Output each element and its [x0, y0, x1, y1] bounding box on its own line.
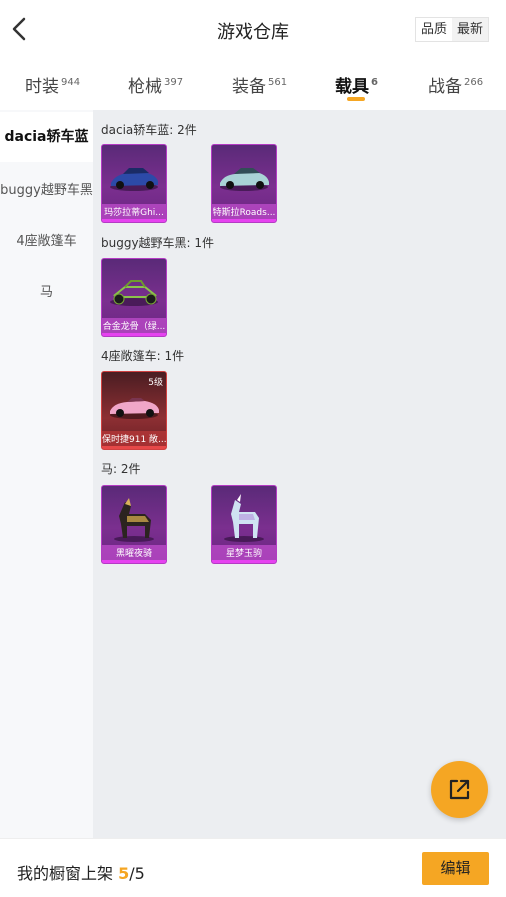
sidebar-item-convertible[interactable]: 4座敞篷车	[0, 230, 93, 249]
tab-count: 944	[61, 77, 81, 88]
sidebar-item-horse[interactable]: 马	[0, 281, 93, 300]
tab-count: 266	[464, 77, 484, 88]
tab-fashion[interactable]: 时装 944	[25, 72, 80, 97]
item-card[interactable]: 星梦玉驹	[211, 485, 277, 564]
showcase-footer: 我的橱窗上架 5/5 编辑	[0, 838, 506, 897]
tab-count: 6	[371, 77, 378, 88]
rarity-bar	[212, 219, 276, 222]
tab-guns[interactable]: 枪械 397	[128, 72, 183, 97]
showcase-status: 我的橱窗上架 5/5	[17, 860, 145, 884]
sort-toggle[interactable]: 品质 最新	[414, 17, 489, 42]
tab-label: 枪械	[128, 77, 162, 97]
share-button[interactable]	[431, 761, 488, 818]
crystal-unicorn-icon	[224, 494, 264, 542]
group-title: 马: 2件	[101, 462, 141, 476]
group-title: buggy越野车黑: 1件	[101, 236, 215, 250]
showcase-label: 我的橱窗上架	[17, 864, 114, 883]
sort-option-quality[interactable]: 品质	[415, 18, 452, 41]
item-list: dacia轿车蓝: 2件 玛莎拉蒂Ghi... 特斯拉Roads... bugg…	[93, 110, 506, 838]
pink-convertible-icon	[110, 398, 159, 419]
sidebar-item-dacia[interactable]: dacia轿车蓝	[0, 112, 93, 162]
black-horse-icon	[114, 498, 154, 542]
tab-label: 装备	[232, 77, 266, 97]
tab-label: 载具	[335, 77, 369, 97]
item-card[interactable]: 黑曜夜骑	[101, 485, 167, 564]
showcase-current-count: 5	[118, 864, 130, 883]
rarity-bar	[102, 333, 166, 336]
showcase-total-count: /5	[129, 864, 145, 883]
category-tabs: 时装 944 枪械 397 装备 561 载具 6 战备 266	[0, 60, 506, 110]
rarity-bar	[102, 219, 166, 222]
group-title: dacia轿车蓝: 2件	[101, 123, 197, 137]
tab-count: 397	[164, 77, 184, 88]
vehicle-type-sidebar: dacia轿车蓝 buggy越野车黑 4座敞篷车 马	[0, 110, 93, 838]
silver-sportscar-icon	[220, 168, 269, 191]
tab-label: 战备	[428, 77, 462, 97]
tab-count: 561	[268, 77, 288, 88]
header: 游戏仓库 品质 最新	[0, 0, 506, 60]
rarity-bar	[102, 446, 166, 449]
share-external-icon	[449, 779, 470, 800]
sidebar-item-buggy[interactable]: buggy越野车黑	[0, 179, 93, 198]
tab-vehicles[interactable]: 载具 6	[335, 72, 378, 97]
buggy-icon	[110, 280, 158, 306]
rarity-bar	[212, 560, 276, 563]
rarity-bar	[102, 560, 166, 563]
item-card[interactable]: 玛莎拉蒂Ghi...	[101, 144, 167, 223]
tab-gear[interactable]: 装备 561	[232, 72, 287, 97]
item-card[interactable]: 合金龙骨（绿...	[101, 258, 167, 337]
group-title: 4座敞篷车: 1件	[101, 349, 185, 363]
sort-option-newest[interactable]: 最新	[452, 18, 488, 41]
item-card[interactable]: 特斯拉Roads...	[211, 144, 277, 223]
item-card[interactable]: 5级 保时捷911 敞...	[101, 371, 167, 450]
edit-button[interactable]: 编辑	[422, 852, 489, 885]
active-tab-indicator	[347, 97, 365, 101]
tab-tactical[interactable]: 战备 266	[428, 72, 483, 97]
tab-label: 时装	[25, 77, 59, 97]
blue-car-icon	[110, 168, 158, 191]
